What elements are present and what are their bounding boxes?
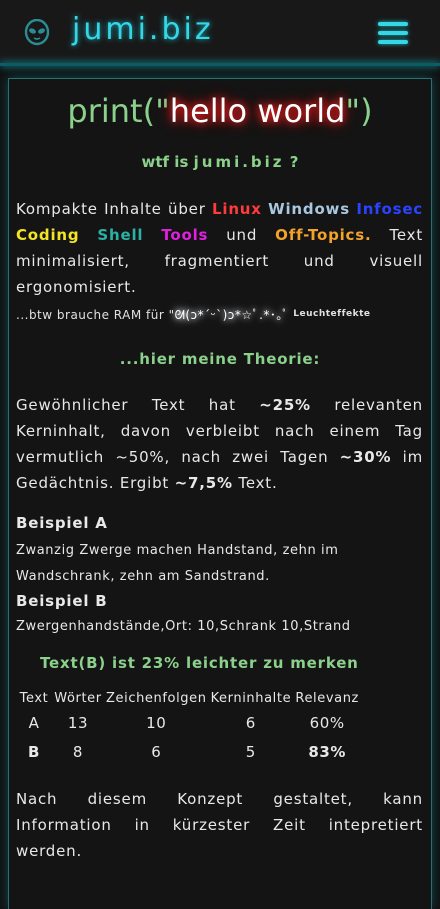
- example-b-text: Zwergenhandstände,Ort: 10,Schrank 10,Str…: [16, 619, 351, 634]
- table-cell: 5: [245, 742, 256, 761]
- wtf-suffix: ?: [289, 153, 299, 171]
- table-cell: 6: [151, 742, 162, 761]
- site-title[interactable]: jumi.biz: [72, 12, 214, 47]
- hello-world-text: hello world: [169, 92, 346, 130]
- example-b-heading: Beispiel B: [16, 592, 108, 610]
- topic-infosec: Infosec: [356, 200, 423, 218]
- intro-paragraph: Kompakte Inhalte über Linux Windows Info…: [16, 196, 423, 300]
- table-header: Text: [19, 690, 49, 706]
- wtf-prefix: wtf is: [141, 153, 189, 171]
- theory-b1: ~25%: [259, 396, 311, 414]
- topic-coding: Coding: [16, 226, 80, 244]
- intro-und: und: [226, 226, 258, 244]
- table-row: B 8 6 5 83%: [16, 737, 361, 766]
- btw-note: ...btw brauche RAM für "ᘛ(ↄ*ˊᵕˋ)ↄ*☆ﾟ.*･｡…: [16, 306, 371, 323]
- table-cell: 10: [146, 713, 167, 732]
- theory-b2: ~30%: [339, 448, 392, 466]
- table-header: Kerninhalte: [210, 690, 292, 706]
- theory-b3: ~7,5%: [174, 474, 233, 492]
- wtf-site: jumi.biz: [193, 153, 285, 171]
- table-cell: 8: [72, 742, 84, 761]
- table-cell: 13: [67, 713, 89, 732]
- site-header: jumi.biz: [0, 0, 440, 64]
- table-cell: 6: [245, 713, 256, 732]
- subtitle: wtf is jumi.biz ?: [0, 153, 440, 171]
- theory-t1: Gewöhnlicher Text hat: [16, 396, 260, 414]
- example-a-text: Zwanzig Zwerge machen Handstand, zehn im…: [16, 543, 339, 584]
- table-header: Zeichenfolgen: [106, 690, 207, 706]
- topic-linux: Linux: [212, 200, 262, 218]
- table-header: Wörter: [54, 690, 102, 706]
- result-heading: Text(B) ist 23% leichter zu merken: [40, 654, 359, 672]
- theory-heading: ...hier meine Theorie:: [119, 350, 321, 368]
- conclusion-paragraph: Nach diesem Konzept gestaltet, kann Info…: [16, 790, 423, 860]
- topic-tools: Tools: [161, 226, 209, 244]
- topic-off-topics: Off-Topics.: [275, 226, 372, 244]
- print-prefix: print(": [67, 92, 170, 130]
- table-row: A 13 10 6 60%: [16, 708, 361, 737]
- hamburger-menu-icon[interactable]: [378, 22, 408, 44]
- example-a-heading: Beispiel A: [16, 514, 108, 532]
- theory-t4: Text.: [232, 474, 278, 492]
- print-suffix: "): [345, 92, 373, 130]
- topic-windows: Windows: [268, 200, 350, 218]
- kaomoji: ᘛ(ↄ*ˊᵕˋ)ↄ*☆ﾟ.*･｡ﾟ: [174, 308, 289, 322]
- table-header: Relevanz: [295, 690, 359, 706]
- btw-small: Leuchteffekte: [293, 309, 371, 319]
- header-divider: [0, 63, 440, 66]
- table-cell: A: [28, 713, 40, 732]
- table-cell: B: [27, 742, 41, 761]
- topic-shell: Shell: [97, 226, 144, 244]
- comparison-table: Text Wörter Zeichenfolgen Kerninhalte Re…: [16, 688, 361, 766]
- btw-text: ...btw brauche RAM für ": [16, 308, 175, 322]
- alien-head-icon[interactable]: [24, 19, 50, 47]
- intro-text: Kompakte Inhalte über: [16, 200, 213, 218]
- theory-paragraph: Gewöhnlicher Text hat ~25% relevanten Ke…: [16, 392, 423, 496]
- table-cell: 83%: [308, 742, 347, 761]
- page-title: print("hello world"): [0, 92, 440, 130]
- table-header-row: Text Wörter Zeichenfolgen Kerninhalte Re…: [16, 688, 361, 708]
- table-cell: 60%: [309, 713, 345, 732]
